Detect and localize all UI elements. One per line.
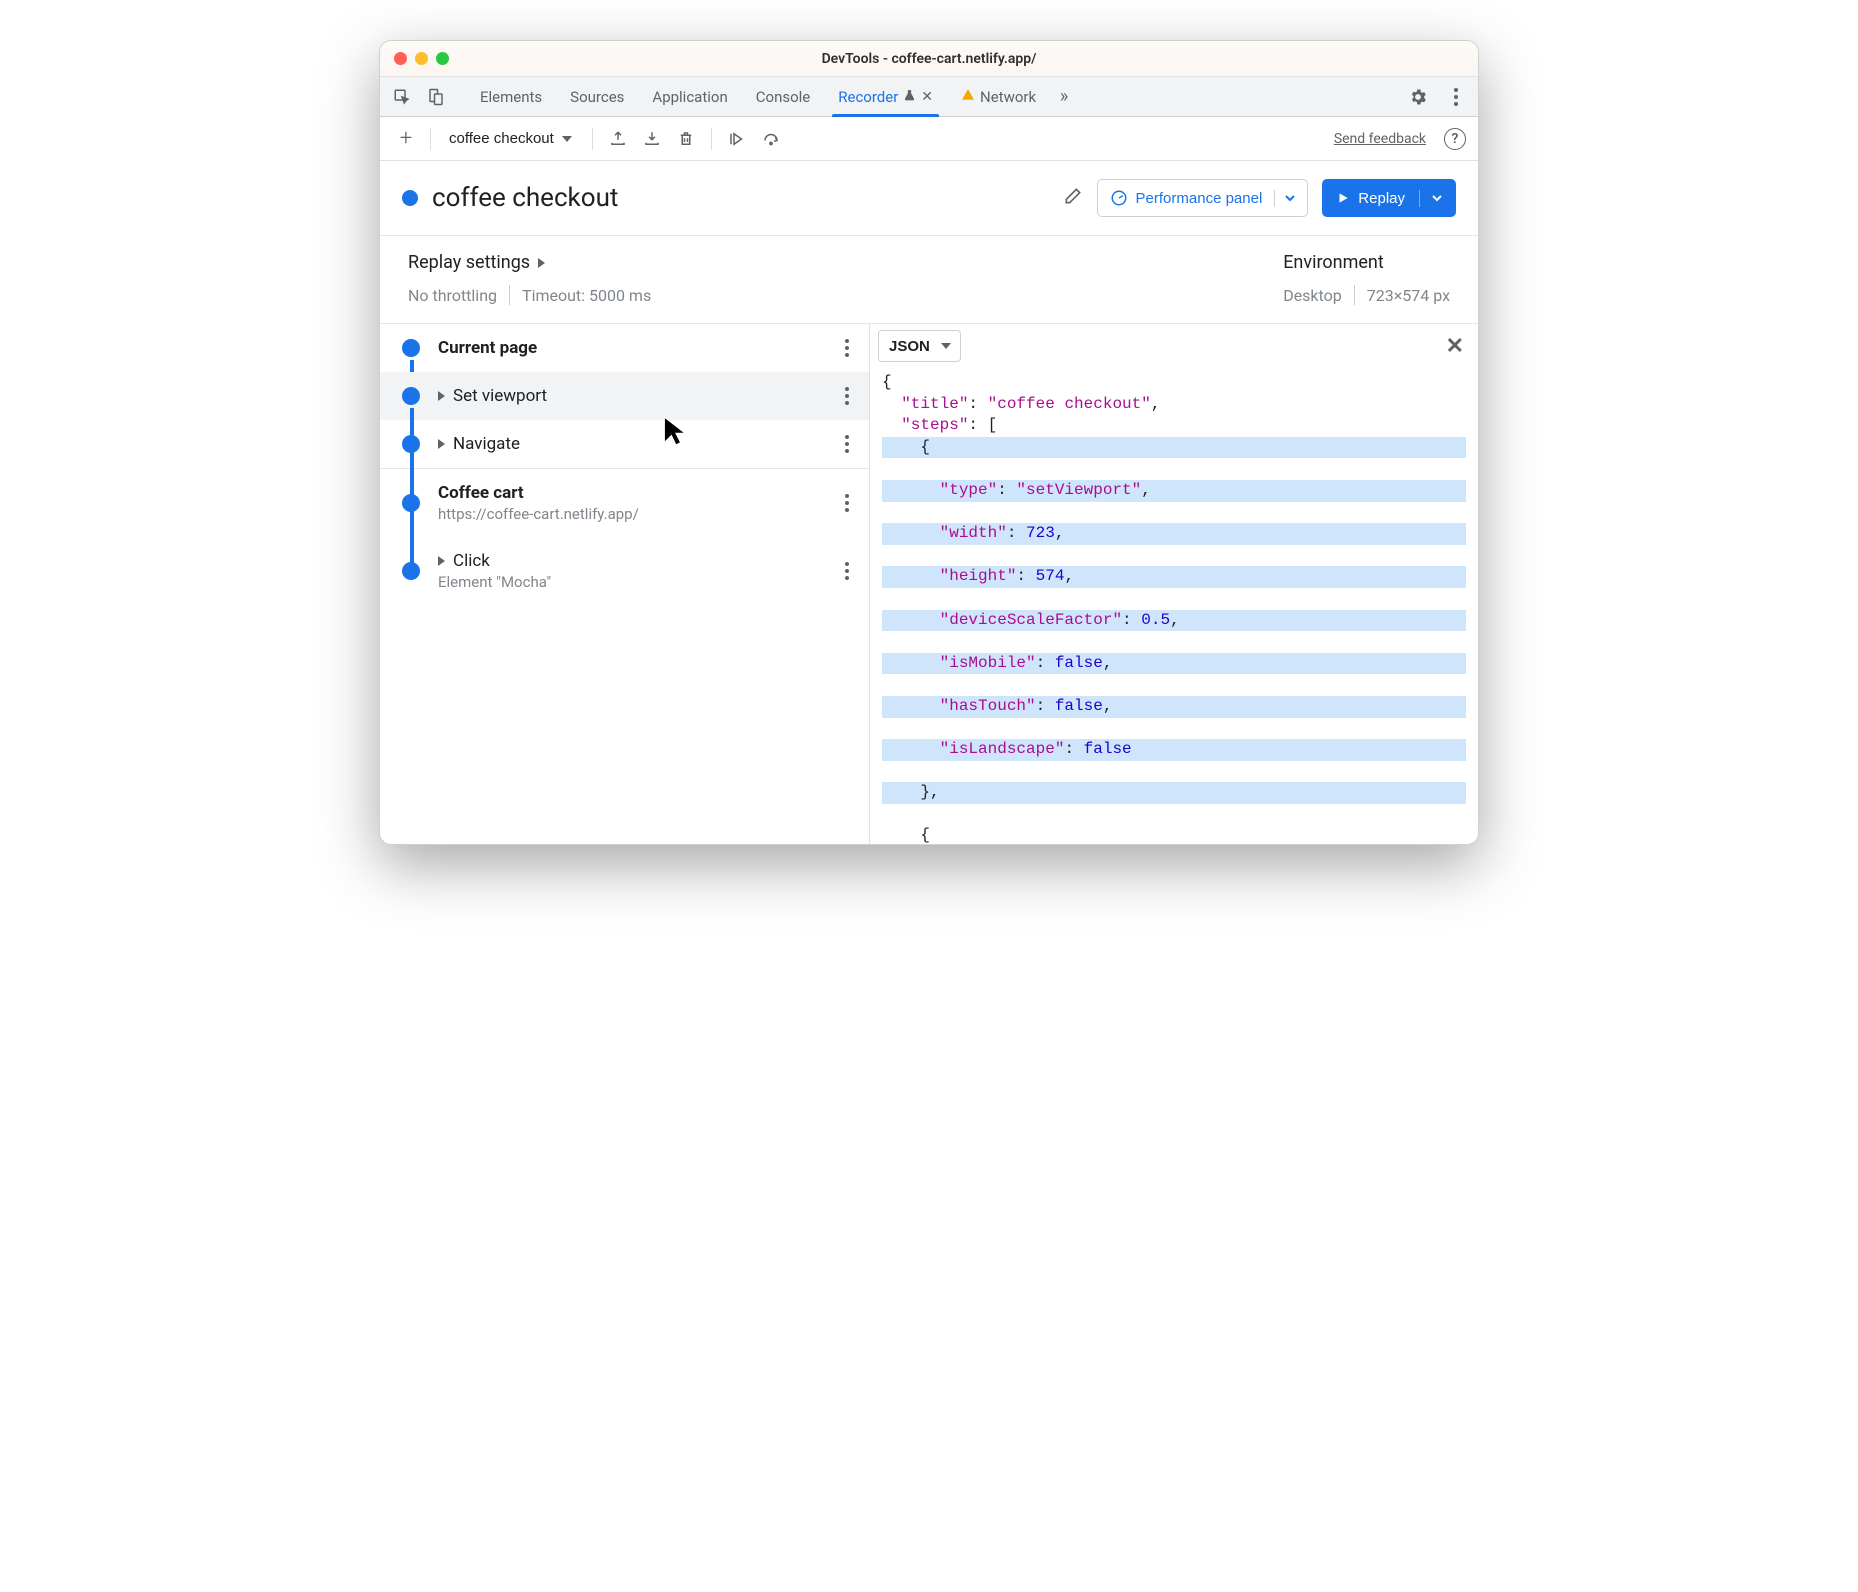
recording-title: coffee checkout [432, 183, 1053, 213]
step-click[interactable]: Click Element "Mocha" [380, 537, 869, 605]
performance-panel-button[interactable]: Performance panel [1097, 179, 1309, 217]
main-content: Current page Set viewport Navigate [380, 324, 1478, 844]
tab-elements[interactable]: Elements [468, 77, 554, 117]
window-title: DevTools - coffee-cart.netlify.app/ [380, 51, 1478, 67]
recording-header: coffee checkout Performance panel Replay [380, 161, 1478, 236]
step-menu-icon[interactable] [845, 494, 849, 512]
replay-dropdown-icon[interactable] [1419, 190, 1442, 207]
warning-icon [961, 88, 975, 106]
recording-select[interactable]: coffee checkout [441, 124, 582, 154]
chevron-right-icon [438, 556, 445, 566]
tab-application[interactable]: Application [640, 77, 739, 117]
step-menu-icon[interactable] [845, 435, 849, 453]
delete-icon[interactable] [671, 124, 701, 154]
timeout-value: Timeout: 5000 ms [522, 286, 651, 305]
step-set-viewport[interactable]: Set viewport [380, 372, 869, 420]
inspect-element-icon[interactable] [390, 85, 414, 109]
chevron-right-icon [538, 258, 545, 268]
tab-network[interactable]: Network [949, 77, 1048, 117]
environment-viewport: 723×574 px [1367, 286, 1450, 305]
step-over-icon[interactable] [756, 124, 786, 154]
perf-dropdown-icon[interactable] [1274, 190, 1295, 207]
settings-row: Replay settings No throttling Timeout: 5… [380, 236, 1478, 324]
close-tab-icon[interactable]: ✕ [921, 89, 933, 105]
send-feedback-link[interactable]: Send feedback [1334, 131, 1426, 147]
more-tabs-icon[interactable]: » [1052, 85, 1076, 109]
throttling-value: No throttling [408, 286, 497, 305]
export-icon[interactable] [603, 124, 633, 154]
edit-title-icon[interactable] [1063, 186, 1083, 210]
environment-device: Desktop [1283, 286, 1342, 305]
step-navigate[interactable]: Navigate [380, 420, 869, 468]
recording-status-dot [402, 190, 418, 206]
device-toolbar-icon[interactable] [424, 85, 448, 109]
step-play-icon[interactable] [722, 124, 752, 154]
replay-button[interactable]: Replay [1322, 179, 1456, 217]
settings-icon[interactable] [1406, 85, 1430, 109]
tab-sources[interactable]: Sources [558, 77, 636, 117]
help-icon[interactable]: ? [1444, 128, 1466, 150]
import-icon[interactable] [637, 124, 667, 154]
step-menu-icon[interactable] [845, 562, 849, 580]
step-menu-icon[interactable] [845, 339, 849, 357]
devtools-window: DevTools - coffee-cart.netlify.app/ Elem… [379, 40, 1479, 845]
chevron-right-icon [438, 439, 445, 449]
devtools-tabbar: Elements Sources Application Console Rec… [380, 77, 1478, 117]
tab-recorder[interactable]: Recorder ✕ [826, 77, 945, 117]
flask-icon [903, 88, 916, 106]
step-current-page[interactable]: Current page [380, 324, 869, 372]
step-coffee-cart[interactable]: Coffee cart https://coffee-cart.netlify.… [380, 469, 869, 537]
tab-console[interactable]: Console [744, 77, 823, 117]
code-column: JSON ✕ { "title": "coffee checkout", "st… [870, 324, 1478, 844]
titlebar: DevTools - coffee-cart.netlify.app/ [380, 41, 1478, 77]
replay-settings-toggle[interactable]: Replay settings [408, 252, 1283, 273]
environment-label: Environment [1283, 252, 1450, 273]
new-recording-button[interactable]: + [392, 125, 420, 153]
chevron-right-icon [438, 391, 445, 401]
code-view[interactable]: { "title": "coffee checkout", "steps": [… [870, 368, 1478, 844]
step-menu-icon[interactable] [845, 387, 849, 405]
code-format-select[interactable]: JSON [878, 330, 961, 362]
close-code-icon[interactable]: ✕ [1446, 334, 1464, 359]
more-options-icon[interactable] [1444, 85, 1468, 109]
steps-column: Current page Set viewport Navigate [380, 324, 870, 844]
recorder-toolbar: + coffee checkout Send feedback ? [380, 117, 1478, 161]
